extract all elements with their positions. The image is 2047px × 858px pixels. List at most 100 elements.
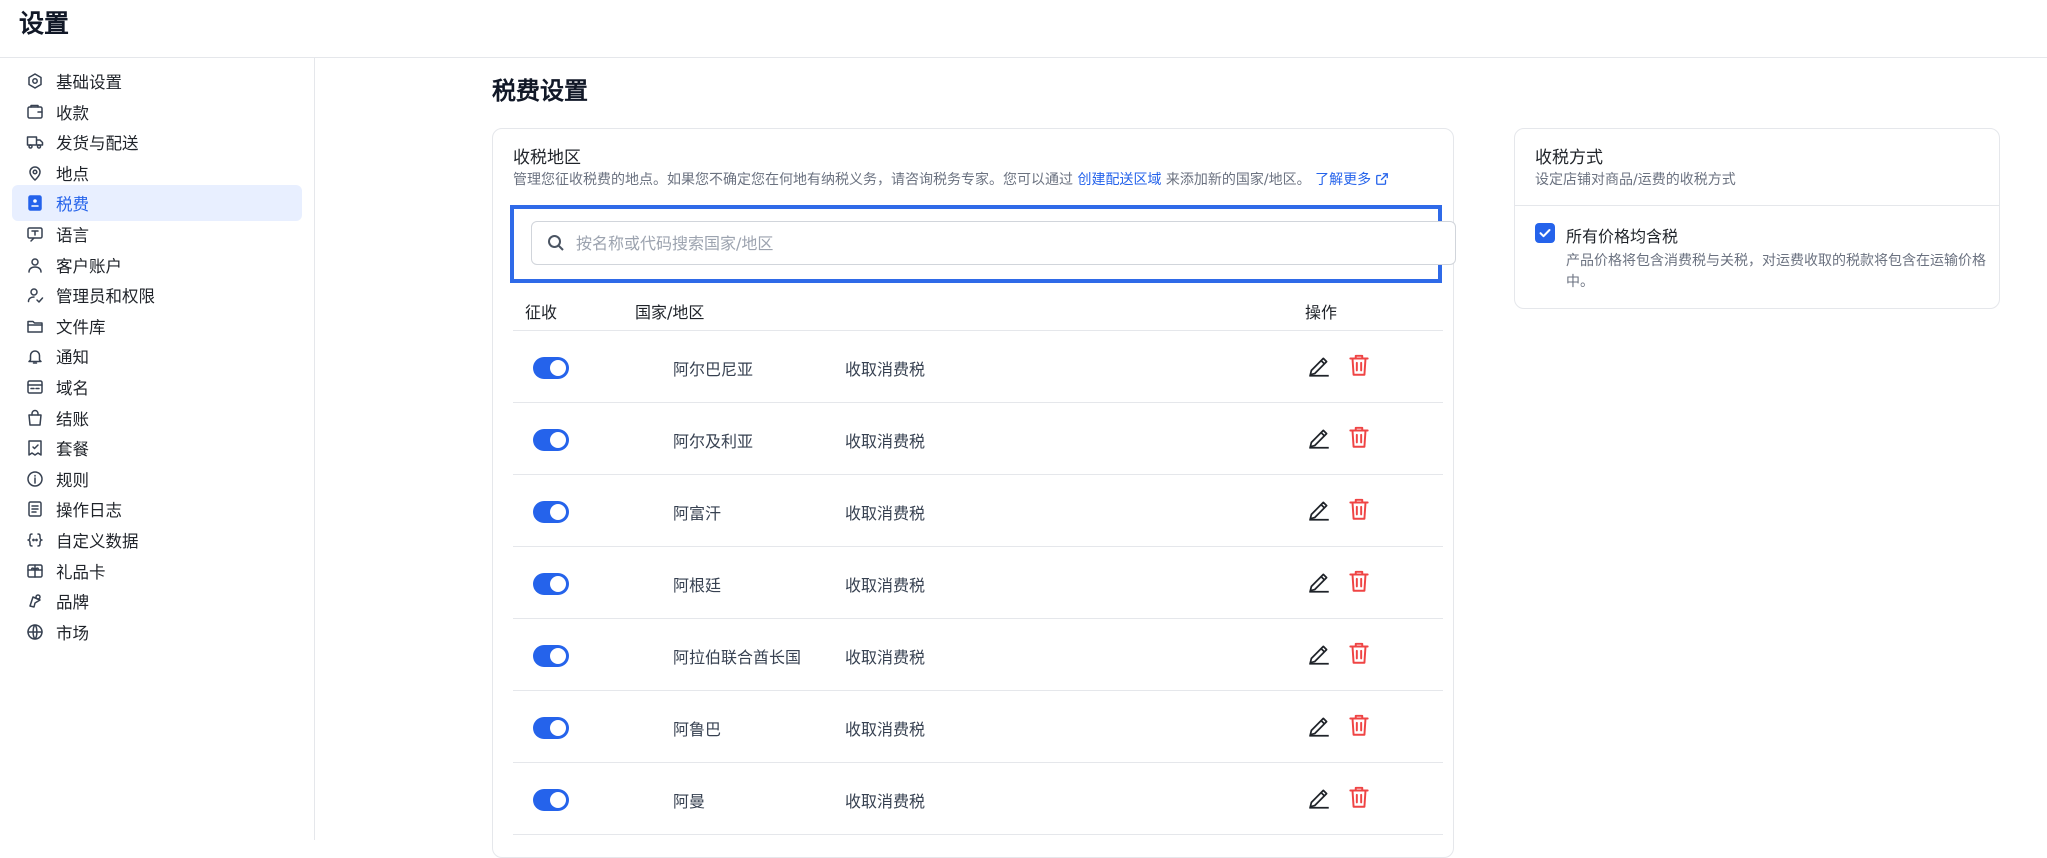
sidebar-item-label: 自定义数据 xyxy=(56,532,139,551)
table-row: 阿曼 收取消费税 xyxy=(513,763,1443,835)
edit-icon[interactable] xyxy=(1306,497,1332,523)
delete-icon[interactable] xyxy=(1346,424,1372,450)
collect-tax-toggle[interactable] xyxy=(533,789,569,811)
sidebar-item-label: 规则 xyxy=(56,470,89,490)
country-name: 阿拉伯联合酋长国 xyxy=(673,648,802,667)
delete-icon[interactable] xyxy=(1346,568,1372,594)
tax-type: 收取消费税 xyxy=(845,792,926,811)
collect-tax-toggle[interactable] xyxy=(533,717,569,739)
wallet-icon xyxy=(24,101,46,123)
tax-regions-description: 管理您征收税费的地点。如果您不确定您在何地有纳税义务，请咨询税务专家。您可以通过… xyxy=(513,169,1389,189)
table-header: 征收 国家/地区 操作 xyxy=(513,289,1443,331)
sidebar-item-label: 结账 xyxy=(56,409,89,429)
sidebar-item-label: 市场 xyxy=(56,623,89,643)
toggle-knob xyxy=(550,432,566,448)
sidebar-item-label: 操作日志 xyxy=(56,501,122,521)
column-header-actions: 操作 xyxy=(1305,303,1338,322)
sidebar-item-label: 礼品卡 xyxy=(56,562,106,582)
settings-sidebar: 基础设置 收款 发货与配送 地点 税费 语言 客户账户 管理员和权限 文件库 通知 域名 结账 套餐 规则… xyxy=(0,58,315,840)
edit-icon[interactable] xyxy=(1306,641,1332,667)
collect-tax-toggle[interactable] xyxy=(533,429,569,451)
brand-icon xyxy=(24,590,46,612)
tax-type: 收取消费税 xyxy=(845,504,926,523)
page-header-title: 设置 xyxy=(19,9,70,38)
sidebar-item-label: 品牌 xyxy=(56,593,89,613)
sidebar-item-label: 收款 xyxy=(56,103,89,123)
toggle-knob xyxy=(550,360,566,376)
learn-more-link[interactable]: 了解更多 xyxy=(1315,172,1389,188)
sidebar-item-label: 客户账户 xyxy=(56,256,122,276)
edit-icon[interactable] xyxy=(1306,353,1332,379)
location-pin-icon xyxy=(24,162,46,184)
edit-icon[interactable] xyxy=(1306,713,1332,739)
delete-icon[interactable] xyxy=(1346,352,1372,378)
delete-icon[interactable] xyxy=(1346,496,1372,522)
create-shipping-zone-link[interactable]: 创建配送区域 xyxy=(1077,172,1161,188)
plan-icon xyxy=(24,437,46,459)
edit-icon[interactable] xyxy=(1306,569,1332,595)
table-row: 阿尔及利亚 收取消费税 xyxy=(513,403,1443,475)
log-icon xyxy=(24,498,46,520)
tax-inclusive-checkbox[interactable] xyxy=(1535,223,1555,243)
column-header-country: 国家/地区 xyxy=(635,303,705,322)
edit-icon[interactable] xyxy=(1306,785,1332,811)
tax-type: 收取消费税 xyxy=(845,360,926,379)
toggle-knob xyxy=(550,576,566,592)
delete-icon[interactable] xyxy=(1346,784,1372,810)
tax-method-card: 收税方式 设定店铺对商品/运费的收税方式 所有价格均含税 产品价格将包含消费税与… xyxy=(1514,128,2000,309)
tax-type: 收取消费税 xyxy=(845,576,926,595)
edit-icon[interactable] xyxy=(1306,425,1332,451)
divider xyxy=(1515,205,1999,206)
search-box[interactable] xyxy=(531,221,1456,265)
tax-inclusive-label: 所有价格均含税 xyxy=(1566,227,1679,246)
toggle-knob xyxy=(550,720,566,736)
search-input[interactable] xyxy=(576,233,1426,253)
sidebar-item-label: 发货与配送 xyxy=(56,134,139,154)
tax-regions-title: 收税地区 xyxy=(513,148,581,168)
toggle-knob xyxy=(550,504,566,520)
sidebar-item-label: 管理员和权限 xyxy=(56,287,155,307)
collect-tax-toggle[interactable] xyxy=(533,357,569,379)
search-icon xyxy=(548,235,564,251)
top-bar: 设置 xyxy=(0,0,2047,58)
table-row: 阿根廷 收取消费税 xyxy=(513,547,1443,619)
user-icon xyxy=(24,254,46,276)
country-name: 阿富汗 xyxy=(673,504,722,523)
table-row: 阿尔巴尼亚 收取消费税 xyxy=(513,331,1443,403)
delete-icon[interactable] xyxy=(1346,640,1372,666)
table-row: 阿拉伯联合酋长国 收取消费税 xyxy=(513,619,1443,691)
toggle-knob xyxy=(550,648,566,664)
description-text: 管理您征收税费的地点。如果您不确定您在何地有纳税义务，请咨询税务专家。您可以通过 xyxy=(513,172,1078,188)
settings-hex-icon xyxy=(24,70,46,92)
toggle-knob xyxy=(550,792,566,808)
sidebar-item-label: 文件库 xyxy=(56,317,106,337)
external-link-icon xyxy=(1376,173,1388,185)
admin-user-icon xyxy=(24,284,46,306)
collect-tax-toggle[interactable] xyxy=(533,501,569,523)
bell-icon xyxy=(24,345,46,367)
delete-icon[interactable] xyxy=(1346,712,1372,738)
collect-tax-toggle[interactable] xyxy=(533,573,569,595)
country-name: 阿尔及利亚 xyxy=(673,432,754,451)
country-name: 阿尔巴尼亚 xyxy=(673,360,754,379)
sidebar-item-label: 语言 xyxy=(56,226,89,245)
column-header-collect: 征收 xyxy=(525,303,558,322)
tax-inclusive-description: 产品价格将包含消费税与关税，对运费收取的税款将包含在运输价格中。 xyxy=(1566,253,1986,290)
domain-icon xyxy=(24,376,46,398)
sidebar-item-label: 域名 xyxy=(56,379,89,398)
folder-icon xyxy=(24,315,46,337)
main-content: 税费设置 收税地区 管理您征收税费的地点。如果您不确定您在何地有纳税义务，请咨询… xyxy=(316,58,2047,858)
sidebar-item-18[interactable]: 市场 xyxy=(12,614,302,650)
truck-icon xyxy=(24,131,46,153)
collect-tax-toggle[interactable] xyxy=(533,645,569,667)
code-braces-icon xyxy=(24,529,46,551)
country-name: 阿鲁巴 xyxy=(673,720,722,739)
search-focus-highlight xyxy=(510,205,1456,283)
table-row: 阿富汗 收取消费税 xyxy=(513,475,1443,547)
description-text-after: 来添加新的国家/地区。 xyxy=(1161,172,1311,188)
tax-method-description: 设定店铺对商品/运费的收税方式 xyxy=(1535,172,1736,188)
tax-icon xyxy=(24,192,46,214)
checkmark-icon xyxy=(1539,229,1551,238)
sidebar-item-label: 地点 xyxy=(56,164,89,184)
sidebar-item-label: 税费 xyxy=(56,195,89,215)
